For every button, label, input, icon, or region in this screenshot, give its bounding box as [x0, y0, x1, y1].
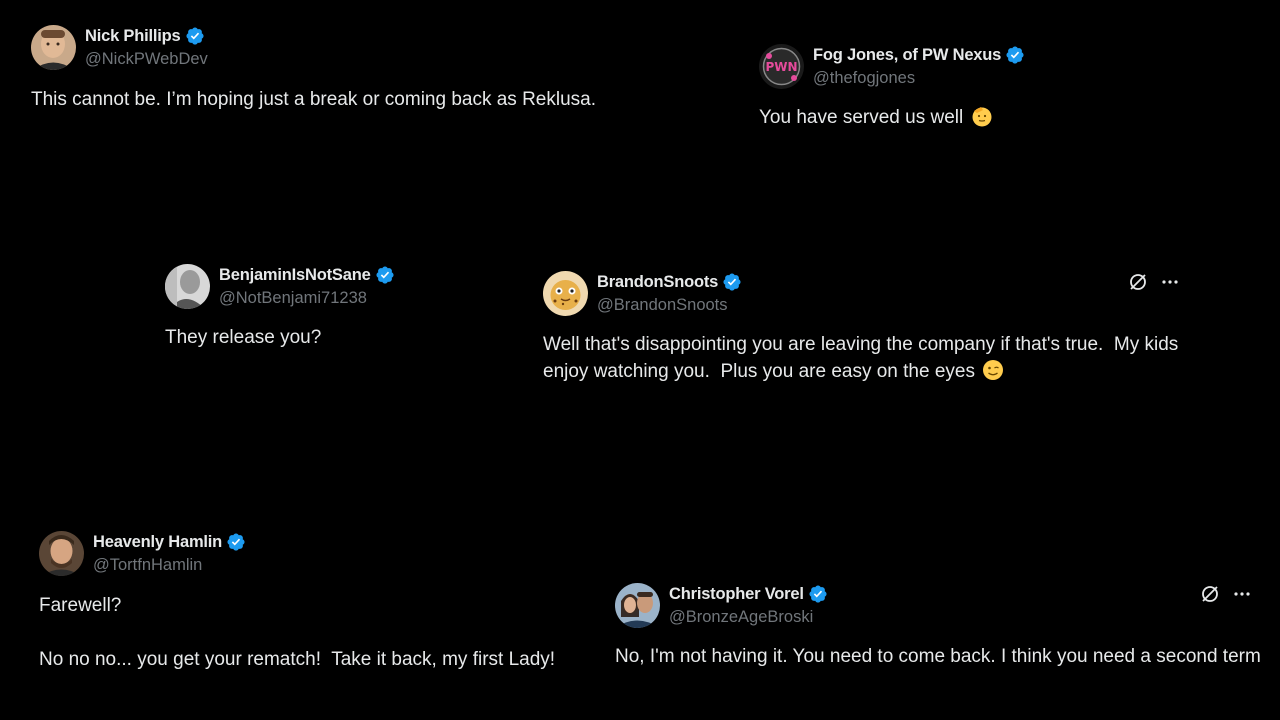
saluting-face-emoji-icon	[971, 105, 993, 127]
tweet-text: They release you?	[165, 327, 322, 348]
tweet-text: You have served us well	[759, 107, 964, 128]
display-name[interactable]: Christopher Vorel	[669, 585, 804, 604]
tweet-header: Christopher Vorel @BronzeAgeBroski	[615, 582, 1265, 628]
tweet-nick-phillips: Nick Phillips @NickPWebDev This cannot b…	[31, 24, 671, 113]
tweet-benjamin: BenjaminIsNotSane @NotBenjami71238 They …	[165, 263, 505, 351]
more-icon[interactable]	[1160, 272, 1180, 292]
avatar[interactable]	[165, 263, 210, 309]
winking-face-emoji-icon	[982, 359, 1004, 381]
grok-icon[interactable]	[1128, 272, 1148, 292]
verified-badge-icon	[185, 26, 205, 46]
tweet-body: Well that's disappointing you are leavin…	[543, 331, 1193, 385]
tweet-header: PWN Fog Jones, of PW Nexus @thefogjones	[759, 43, 1239, 89]
verified-badge-icon	[722, 272, 742, 292]
display-name[interactable]: Heavenly Hamlin	[93, 533, 222, 552]
more-icon[interactable]	[1232, 584, 1252, 604]
verified-badge-icon	[375, 265, 395, 285]
verified-badge-icon	[1005, 45, 1025, 65]
display-name[interactable]: Nick Phillips	[85, 27, 181, 46]
svg-text:PWN: PWN	[765, 60, 797, 74]
verified-badge-icon	[808, 584, 828, 604]
display-name[interactable]: Fog Jones, of PW Nexus	[813, 46, 1001, 65]
display-name[interactable]: BenjaminIsNotSane	[219, 266, 371, 285]
tweet-header: BenjaminIsNotSane @NotBenjami71238	[165, 263, 505, 309]
tweet-text: This cannot be. I’m hoping just a break …	[31, 89, 597, 110]
tweet-text: Well that's disappointing you are leavin…	[543, 334, 1184, 382]
avatar[interactable]: PWN	[759, 43, 804, 89]
tweet-body: You have served us well	[759, 104, 1239, 131]
tweet-actions	[1200, 584, 1252, 604]
tweet-author: Heavenly Hamlin @TortfnHamlin	[93, 531, 246, 576]
tweet-author: BrandonSnoots @BrandonSnoots	[597, 271, 742, 316]
handle[interactable]: @BrandonSnoots	[597, 294, 742, 316]
tweet-header: Heavenly Hamlin @TortfnHamlin	[39, 530, 599, 576]
tweet-author: Christopher Vorel @BronzeAgeBroski	[669, 583, 828, 628]
display-name[interactable]: BrandonSnoots	[597, 273, 718, 292]
handle[interactable]: @TortfnHamlin	[93, 554, 246, 576]
avatar[interactable]	[543, 270, 588, 316]
tweet-text: Farewell? No no no... you get your remat…	[39, 595, 556, 670]
handle[interactable]: @BronzeAgeBroski	[669, 606, 828, 628]
avatar[interactable]	[31, 24, 76, 70]
tweet-author: Fog Jones, of PW Nexus @thefogjones	[813, 44, 1025, 89]
tweet-fog-jones: PWN Fog Jones, of PW Nexus @thefogjones …	[759, 43, 1239, 131]
tweet-actions	[1128, 272, 1180, 292]
tweet-header: BrandonSnoots @BrandonSnoots	[543, 270, 1193, 316]
verified-badge-icon	[226, 532, 246, 552]
handle[interactable]: @NickPWebDev	[85, 48, 208, 70]
tweet-header: Nick Phillips @NickPWebDev	[31, 24, 671, 70]
grok-icon[interactable]	[1200, 584, 1220, 604]
tweet-christopher-vorel: Christopher Vorel @BronzeAgeBroski No, I…	[615, 582, 1265, 670]
tweet-author: Nick Phillips @NickPWebDev	[85, 25, 208, 70]
tweet-text: No, I'm not having it. You need to come …	[615, 646, 1261, 667]
avatar[interactable]	[39, 530, 84, 576]
tweet-heavenly-hamlin: Heavenly Hamlin @TortfnHamlin Farewell? …	[39, 530, 599, 673]
handle[interactable]: @thefogjones	[813, 67, 1025, 89]
handle[interactable]: @NotBenjami71238	[219, 287, 395, 309]
tweet-author: BenjaminIsNotSane @NotBenjami71238	[219, 264, 395, 309]
tweet-brandon-snoots: BrandonSnoots @BrandonSnoots Well that's…	[543, 270, 1193, 385]
avatar[interactable]	[615, 582, 660, 628]
